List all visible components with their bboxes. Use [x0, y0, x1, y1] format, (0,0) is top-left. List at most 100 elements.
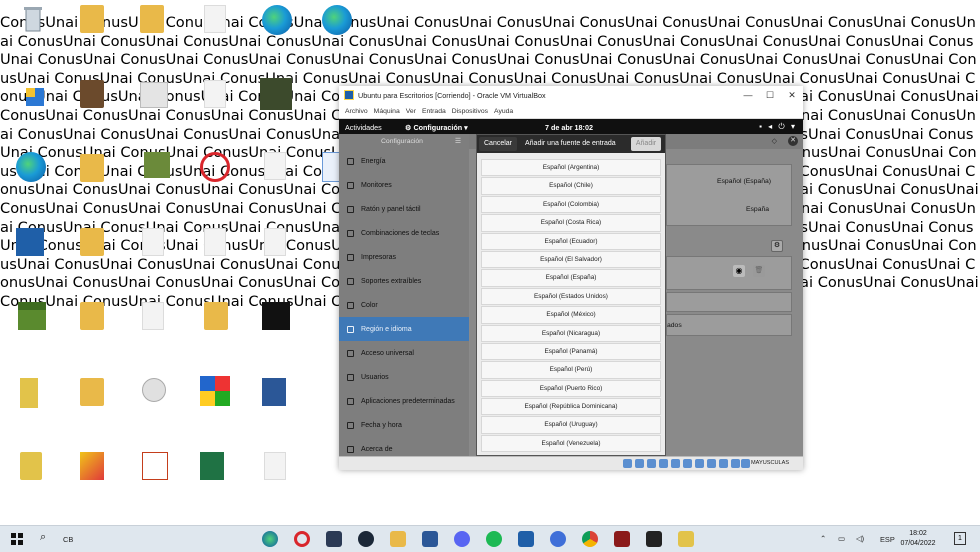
sidebar-item-color[interactable]: Color	[339, 293, 469, 317]
sidebar-item-fecha[interactable]: Fecha y hora	[339, 413, 469, 437]
list-item[interactable]: Español (Puerto Rico)	[481, 379, 661, 398]
document-icon[interactable]	[142, 302, 164, 330]
document-icon[interactable]	[142, 228, 164, 256]
folder-icon[interactable]	[80, 154, 104, 182]
taskbar-clock[interactable]: 18:02 07/04/2022	[896, 529, 940, 549]
system-tray-icons[interactable]: ▪ ◂ ⏻ ▾	[759, 122, 797, 132]
sidebar-item-energia[interactable]: Energía	[339, 149, 469, 173]
close-icon[interactable]: ✕	[788, 136, 798, 146]
window-titlebar[interactable]: Ubuntu para Escritorios [Corriendo] - Or…	[339, 86, 803, 104]
notifications-icon[interactable]: 1	[954, 532, 966, 545]
spotify-taskbar-icon[interactable]	[486, 531, 502, 547]
sidebar-item-impresoras[interactable]: Impresoras	[339, 245, 469, 269]
cpu-status-icon[interactable]	[719, 459, 728, 468]
document-icon[interactable]	[264, 228, 286, 256]
activities-button[interactable]: Actividades	[345, 123, 382, 132]
list-item[interactable]: Español (Uruguay)	[481, 416, 661, 434]
list-item[interactable]: Español (Ecuador)	[481, 232, 661, 250]
installer-icon[interactable]	[20, 82, 54, 112]
menu-entrada[interactable]: Entrada	[422, 108, 446, 115]
sidebar-item-region[interactable]: Región e idioma	[339, 317, 469, 341]
sidebar-item-aplicaciones[interactable]: Aplicaciones predeterminadas	[339, 389, 469, 413]
eye-icon[interactable]: ◉	[733, 265, 745, 277]
folder-icon[interactable]	[204, 302, 228, 330]
gear-icon[interactable]: ⚙	[771, 240, 783, 252]
sidebar-item-acerca[interactable]: Acerca de	[339, 437, 469, 457]
package-icon[interactable]	[144, 152, 170, 178]
usb-status-icon[interactable]	[671, 459, 680, 468]
maximize-button[interactable]: ☐	[759, 86, 781, 104]
archive-taskbar-icon[interactable]	[678, 531, 694, 547]
edge-browser-icon[interactable]	[16, 152, 46, 182]
shared-folder-status-icon[interactable]	[683, 459, 692, 468]
game-taskbar-icon[interactable]	[614, 531, 630, 547]
sidebar-item-monitores[interactable]: Monitores	[339, 173, 469, 197]
formats-value[interactable]: España	[746, 206, 769, 213]
sidebar-item-soportes[interactable]: Soportes extraíbles	[339, 269, 469, 293]
word-taskbar-icon[interactable]	[422, 531, 438, 547]
epic-games-taskbar-icon[interactable]	[646, 531, 662, 547]
folder-icon[interactable]	[80, 378, 104, 406]
menu-archivo[interactable]: Archivo	[345, 108, 368, 115]
list-item[interactable]: Español (Venezuela)	[481, 434, 661, 453]
opera-taskbar-icon[interactable]	[294, 531, 310, 547]
trash-icon[interactable]: 🗑	[753, 265, 765, 277]
list-item[interactable]: Español (Chile)	[481, 177, 661, 195]
document-icon[interactable]	[264, 452, 286, 480]
app-icon[interactable]	[322, 152, 340, 182]
document-icon[interactable]	[204, 5, 226, 33]
game-icon[interactable]	[200, 376, 230, 406]
network-icon[interactable]: ▭	[838, 534, 845, 543]
list-item[interactable]: Español (Costa Rica)	[481, 214, 661, 232]
tray-overflow-icon[interactable]: ⌃	[820, 534, 826, 543]
file-explorer-taskbar-icon[interactable]	[390, 531, 406, 547]
volume-icon[interactable]: ◁)	[856, 534, 864, 543]
menu-ayuda[interactable]: Ayuda	[494, 108, 513, 115]
list-item[interactable]: Español (Perú)	[481, 361, 661, 379]
ubuntu-clock[interactable]: 7 de abr 18:02	[545, 123, 593, 132]
options-icon[interactable]: ◇	[772, 137, 777, 145]
close-button[interactable]: ✕	[781, 86, 803, 104]
minecraft-icon[interactable]	[18, 302, 46, 330]
folder-icon[interactable]	[80, 228, 104, 256]
recording-status-icon[interactable]	[707, 459, 716, 468]
game-shortcut-icon[interactable]	[260, 78, 292, 110]
list-item[interactable]: Español (Nicaragua)	[481, 324, 661, 342]
document-icon[interactable]	[204, 228, 226, 256]
add-button[interactable]: Añadir	[631, 137, 661, 151]
discord-taskbar-icon[interactable]	[454, 531, 470, 547]
edge-taskbar-icon[interactable]	[262, 531, 278, 547]
chrome-taskbar-icon[interactable]	[582, 531, 598, 547]
menu-dispositivos[interactable]: Dispositivos	[452, 108, 488, 115]
hamburger-menu-icon[interactable]: ☰	[455, 137, 461, 145]
app-icon[interactable]	[80, 452, 104, 480]
word-file-icon[interactable]	[262, 378, 286, 406]
list-item[interactable]: Español (República Dominicana)	[481, 398, 661, 416]
folder-icon[interactable]	[80, 302, 104, 330]
mouse-integration-icon[interactable]	[731, 459, 740, 468]
start-button[interactable]	[11, 533, 23, 545]
sidebar-item-usuarios[interactable]: Usuarios	[339, 365, 469, 389]
opera-gx-icon[interactable]	[200, 152, 230, 182]
search-box-text[interactable]: CB	[63, 535, 73, 544]
app-taskbar-icon[interactable]	[550, 531, 566, 547]
powerpoint-file-icon[interactable]	[204, 80, 226, 108]
list-item[interactable]: Español (Panamá)	[481, 342, 661, 361]
folder-icon[interactable]	[140, 5, 164, 33]
calendar-icon[interactable]	[140, 82, 168, 108]
minimize-button[interactable]: —	[737, 86, 759, 104]
edge-browser-icon[interactable]	[322, 5, 352, 35]
virtualbox-icon[interactable]	[16, 228, 44, 256]
powerpoint-file-icon[interactable]	[142, 452, 168, 480]
cancel-button[interactable]: Cancelar	[479, 137, 518, 151]
display-status-icon[interactable]	[695, 459, 704, 468]
edge-browser-icon[interactable]	[262, 5, 292, 35]
language-indicator[interactable]: ESP	[880, 535, 895, 544]
folder-icon[interactable]	[80, 5, 104, 33]
list-item[interactable]: Español (España)	[481, 269, 661, 287]
game-icon[interactable]	[80, 80, 104, 108]
recycle-bin-icon[interactable]	[16, 5, 50, 35]
app-menu-button[interactable]: ⚙ Configuración ▾	[405, 123, 468, 132]
filmora-icon[interactable]	[262, 302, 290, 330]
search-icon[interactable]: ⌕	[40, 531, 46, 544]
